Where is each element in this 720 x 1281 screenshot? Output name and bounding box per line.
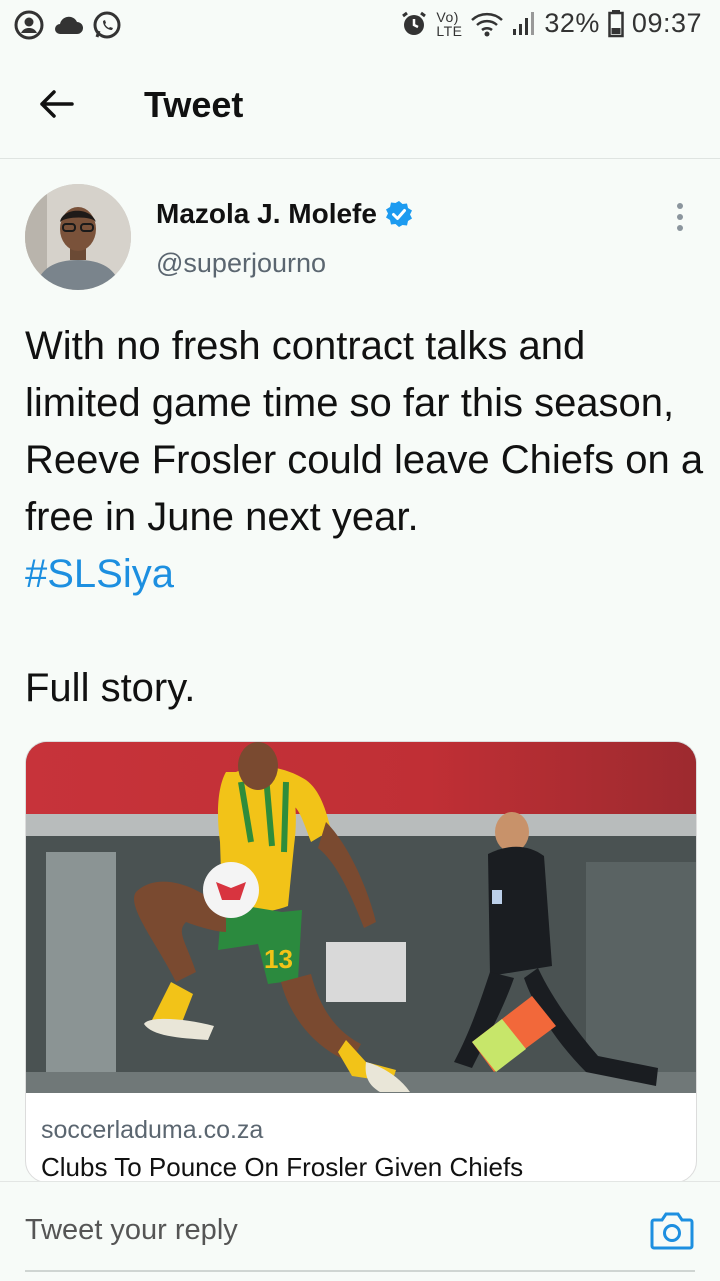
header-divider (0, 158, 720, 159)
reply-input[interactable]: Tweet your reply (25, 1214, 238, 1247)
status-bar: Vo) LTE 32% 09:37 (0, 0, 720, 52)
battery-icon (608, 9, 624, 37)
status-bar-right: Vo) LTE 32% 09:37 (400, 8, 702, 39)
avatar[interactable] (25, 184, 131, 290)
author-name[interactable]: Mazola J. Molefe (156, 198, 377, 230)
whatsapp-icon (93, 11, 121, 39)
app-bar: Tweet (0, 60, 720, 156)
camera-icon[interactable] (650, 1210, 694, 1250)
alarm-icon (402, 11, 427, 35)
verified-badge-icon (385, 201, 412, 227)
status-bar-left (14, 10, 122, 40)
cloud-icon (55, 16, 83, 34)
reply-underline (25, 1270, 695, 1272)
hashtag-link[interactable]: #SLSiya (25, 552, 174, 596)
tweet-body-after: Full story. (25, 666, 196, 710)
battery-percent: 32% (544, 8, 600, 38)
player-number: 13 (264, 944, 293, 974)
more-options-icon[interactable] (670, 200, 690, 234)
back-arrow-icon[interactable] (36, 84, 76, 124)
link-card[interactable]: 13 soccerladuma.co.za Clubs To Pounce On… (25, 741, 697, 1183)
page-title: Tweet (144, 84, 244, 125)
reply-bar: Tweet your reply (0, 1181, 720, 1281)
account-circle-icon (14, 10, 44, 40)
card-image[interactable]: 13 (26, 742, 696, 1093)
card-domain: soccerladuma.co.za (41, 1116, 264, 1144)
tweet-body: With no fresh contract talks and limited… (25, 324, 715, 539)
wifi-icon (471, 12, 504, 36)
avatar-photo (25, 184, 131, 290)
signal-icon (513, 11, 535, 35)
tweet-text: With no fresh contract talks and limited… (25, 318, 705, 717)
author-handle[interactable]: @superjourno (156, 248, 326, 279)
clock: 09:37 (631, 8, 702, 38)
network-label: Vo) LTE (436, 8, 463, 39)
author-name-row[interactable]: Mazola J. Molefe (156, 198, 413, 230)
card-title: Clubs To Pounce On Frosler Given Chiefs (41, 1152, 524, 1182)
